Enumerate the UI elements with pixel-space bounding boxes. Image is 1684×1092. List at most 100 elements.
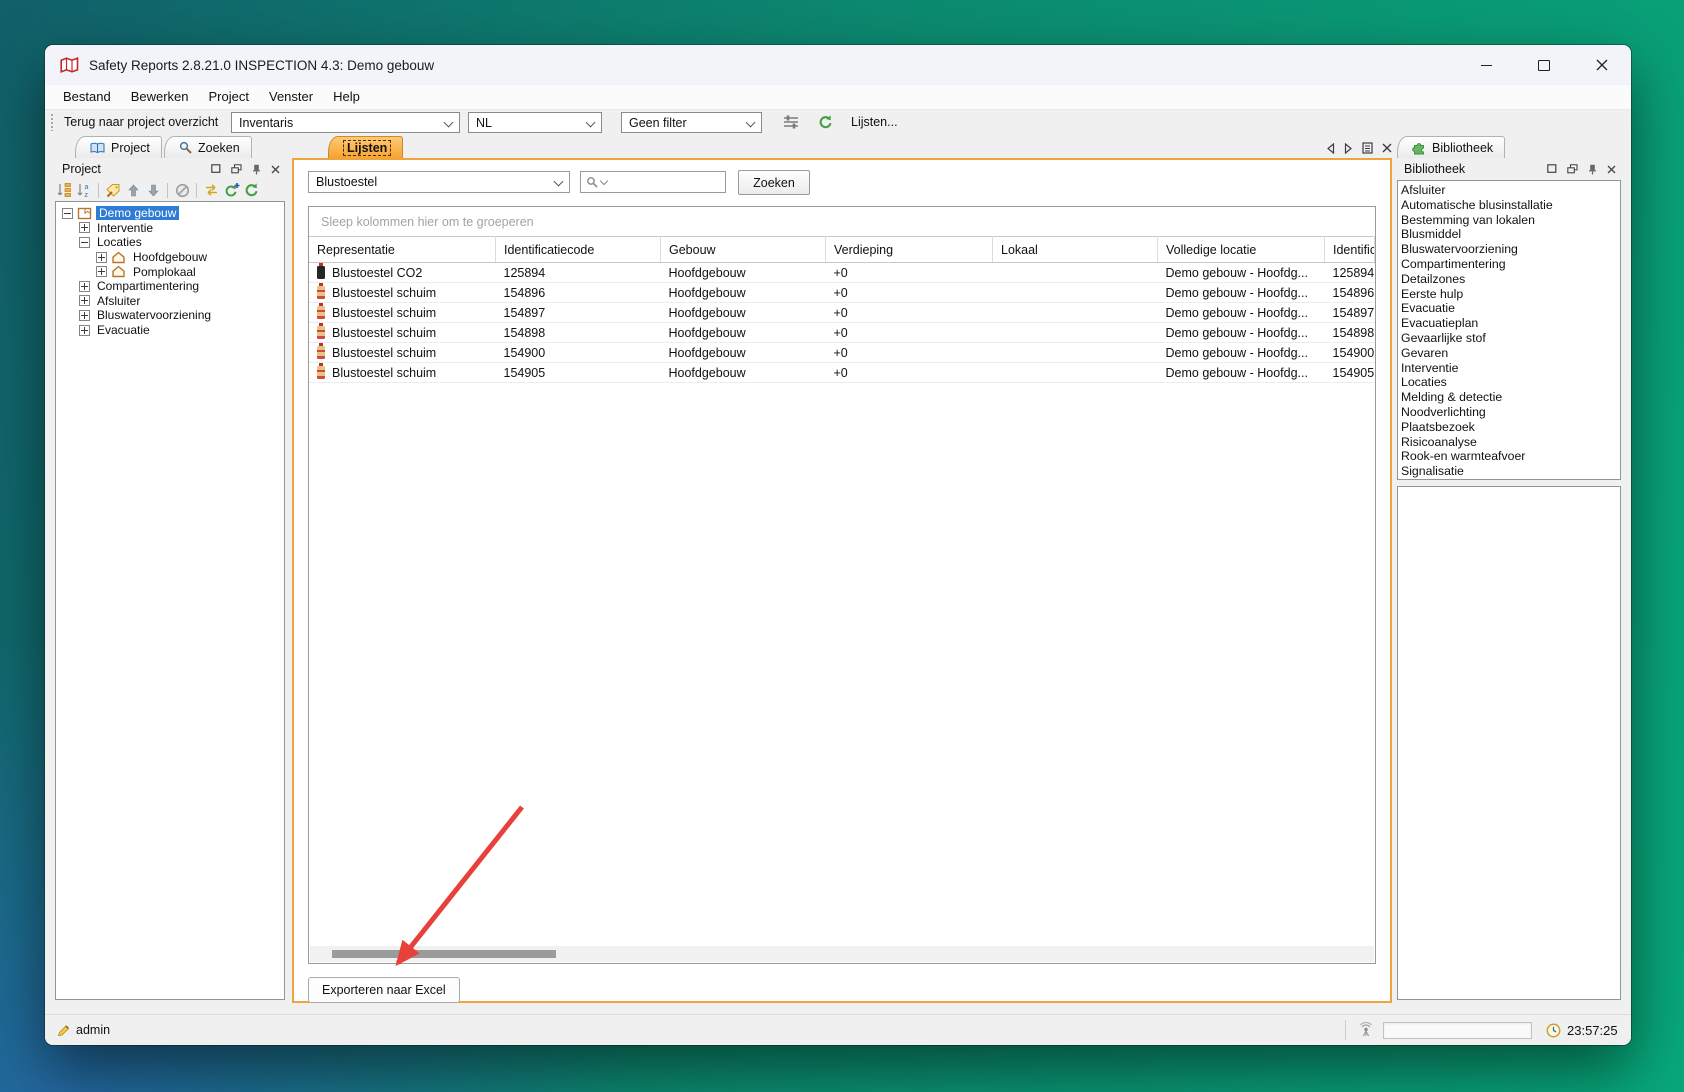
tree-item-demo-gebouw[interactable]: Demo gebouw [56,206,284,221]
expander-minus-icon[interactable] [62,208,73,219]
tab-scroll-right-icon[interactable] [1344,143,1353,154]
expander-plus-icon[interactable] [79,281,90,292]
column-header-representatie[interactable]: Representatie [309,237,496,263]
tree-item-afsluiter[interactable]: Afsluiter [56,294,284,309]
title-bar[interactable]: Safety Reports 2.8.21.0 INSPECTION 4.3: … [45,45,1631,85]
panel-close-icon[interactable] [271,165,280,174]
refresh-icon[interactable] [817,114,833,130]
filter-select[interactable]: Geen filter [621,112,762,133]
column-header-volledige-locatie[interactable]: Volledige locatie [1158,237,1325,263]
move-up-icon[interactable] [124,182,142,199]
library-item-afsluiter[interactable]: Afsluiter [1401,183,1620,198]
tree-item-hoofdgebouw[interactable]: Hoofdgebouw [56,250,284,265]
table-row[interactable]: Blustoestel schuim154905Hoofdgebouw+0Dem… [309,363,1375,383]
library-item-gevaren[interactable]: Gevaren [1401,346,1620,361]
back-to-project-overview-button[interactable]: Terug naar project overzicht [64,110,218,135]
refresh-icon[interactable] [242,182,260,199]
tab-zoeken[interactable]: Zoeken [164,136,252,158]
tab-scroll-left-icon[interactable] [1326,143,1335,154]
menu-item-bestand[interactable]: Bestand [53,85,121,109]
expander-plus-icon[interactable] [79,295,90,306]
list-type-select[interactable]: Blustoestel [308,171,570,193]
sort-hierarchy-icon[interactable] [55,182,73,199]
column-header-gebouw[interactable]: Gebouw [661,237,826,263]
panel-maximize-icon[interactable] [1547,164,1557,174]
library-item-gevaarlijke-stof[interactable]: Gevaarlijke stof [1401,331,1620,346]
language-select[interactable]: NL [468,112,602,133]
expander-plus-icon[interactable] [96,252,107,263]
tab-close-icon[interactable] [1382,143,1392,153]
library-item-signalisatie[interactable]: Signalisatie [1401,464,1620,479]
tab-project[interactable]: Project [75,136,162,158]
column-header-identificatiecode[interactable]: Identificatiecode [1325,237,1375,263]
table-row[interactable]: Blustoestel schuim154896Hoofdgebouw+0Dem… [309,283,1375,303]
expander-plus-icon[interactable] [79,310,90,321]
menu-item-bewerken[interactable]: Bewerken [121,85,199,109]
tree-item-compartimentering[interactable]: Compartimentering [56,279,284,294]
library-item-melding-detectie[interactable]: Melding & detectie [1401,390,1620,405]
minimize-button[interactable] [1457,45,1515,85]
library-item-rook-en-warmteafvoer[interactable]: Rook-en warmteafvoer [1401,449,1620,464]
panel-pin-icon[interactable] [252,164,261,175]
panel-pin-icon[interactable] [1588,164,1597,175]
library-item-automatische-blusinstallatie[interactable]: Automatische blusinstallatie [1401,198,1620,213]
zoeken-button[interactable]: Zoeken [738,170,810,195]
block-icon[interactable] [173,182,191,199]
menu-item-help[interactable]: Help [323,85,370,109]
library-item-detailzones[interactable]: Detailzones [1401,272,1620,287]
library-item-bluswatervoorziening[interactable]: Bluswatervoorziening [1401,242,1620,257]
horizontal-scrollbar[interactable] [310,946,1374,962]
sort-alpha-icon[interactable]: az [75,182,93,199]
tree-item-locaties[interactable]: Locaties [56,235,284,250]
tree-item-bluswatervoorziening[interactable]: Bluswatervoorziening [56,308,284,323]
column-header-lokaal[interactable]: Lokaal [993,237,1158,263]
toolbar-grip[interactable] [51,114,53,131]
table-row[interactable]: Blustoestel schuim154898Hoofdgebouw+0Dem… [309,323,1375,343]
refresh-add-icon[interactable] [222,182,240,199]
panel-float-icon[interactable] [231,164,242,174]
search-options-chevron-icon[interactable] [600,177,608,185]
edit-tag-icon[interactable] [104,182,122,199]
tab-bibliotheek[interactable]: Bibliotheek [1397,136,1505,158]
table-row[interactable]: Blustoestel schuim154900Hoofdgebouw+0Dem… [309,343,1375,363]
panel-close-icon[interactable] [1607,165,1616,174]
column-header-identificatiecode[interactable]: Identificatiecode [496,237,661,263]
table-row[interactable]: Blustoestel CO2125894Hoofdgebouw+0Demo g… [309,263,1375,283]
menu-item-project[interactable]: Project [199,85,259,109]
expander-plus-icon[interactable] [79,325,90,336]
tree-item-interventie[interactable]: Interventie [56,221,284,236]
library-item-evacuatie[interactable]: Evacuatie [1401,301,1620,316]
expander-minus-icon[interactable] [79,237,90,248]
library-item-risicoanalyse[interactable]: Risicoanalyse [1401,435,1620,450]
filter-settings-icon[interactable] [782,114,800,130]
tree-item-pomplokaal[interactable]: Pomplokaal [56,264,284,279]
library-item-bestemming-van-lokalen[interactable]: Bestemming van lokalen [1401,213,1620,228]
move-down-icon[interactable] [144,182,162,199]
panel-maximize-icon[interactable] [211,164,221,174]
expander-plus-icon[interactable] [79,222,90,233]
lists-button[interactable]: Lijsten... [851,110,898,135]
tab-lijsten[interactable]: Lijsten [328,136,403,158]
view-select[interactable]: Inventaris [231,112,460,133]
library-item-noodverlichting[interactable]: Noodverlichting [1401,405,1620,420]
menu-item-venster[interactable]: Venster [259,85,323,109]
column-header-verdieping[interactable]: Verdieping [826,237,993,263]
close-button[interactable] [1573,45,1631,85]
search-input[interactable] [610,174,725,190]
expander-plus-icon[interactable] [96,266,107,277]
export-to-excel-button[interactable]: Exporteren naar Excel [308,977,460,1003]
library-item-blusmiddel[interactable]: Blusmiddel [1401,227,1620,242]
tab-list-icon[interactable] [1362,142,1373,154]
panel-float-icon[interactable] [1567,164,1578,174]
library-item-evacuatieplan[interactable]: Evacuatieplan [1401,316,1620,331]
table-row[interactable]: Blustoestel schuim154897Hoofdgebouw+0Dem… [309,303,1375,323]
library-item-plaatsbezoek[interactable]: Plaatsbezoek [1401,420,1620,435]
library-item-eerste-hulp[interactable]: Eerste hulp [1401,287,1620,302]
scrollbar-thumb[interactable] [332,950,556,958]
library-item-locaties[interactable]: Locaties [1401,375,1620,390]
maximize-button[interactable] [1515,45,1573,85]
tree-item-evacuatie[interactable]: Evacuatie [56,323,284,338]
library-item-compartimentering[interactable]: Compartimentering [1401,257,1620,272]
library-item-interventie[interactable]: Interventie [1401,361,1620,376]
transfer-icon[interactable] [202,182,220,199]
